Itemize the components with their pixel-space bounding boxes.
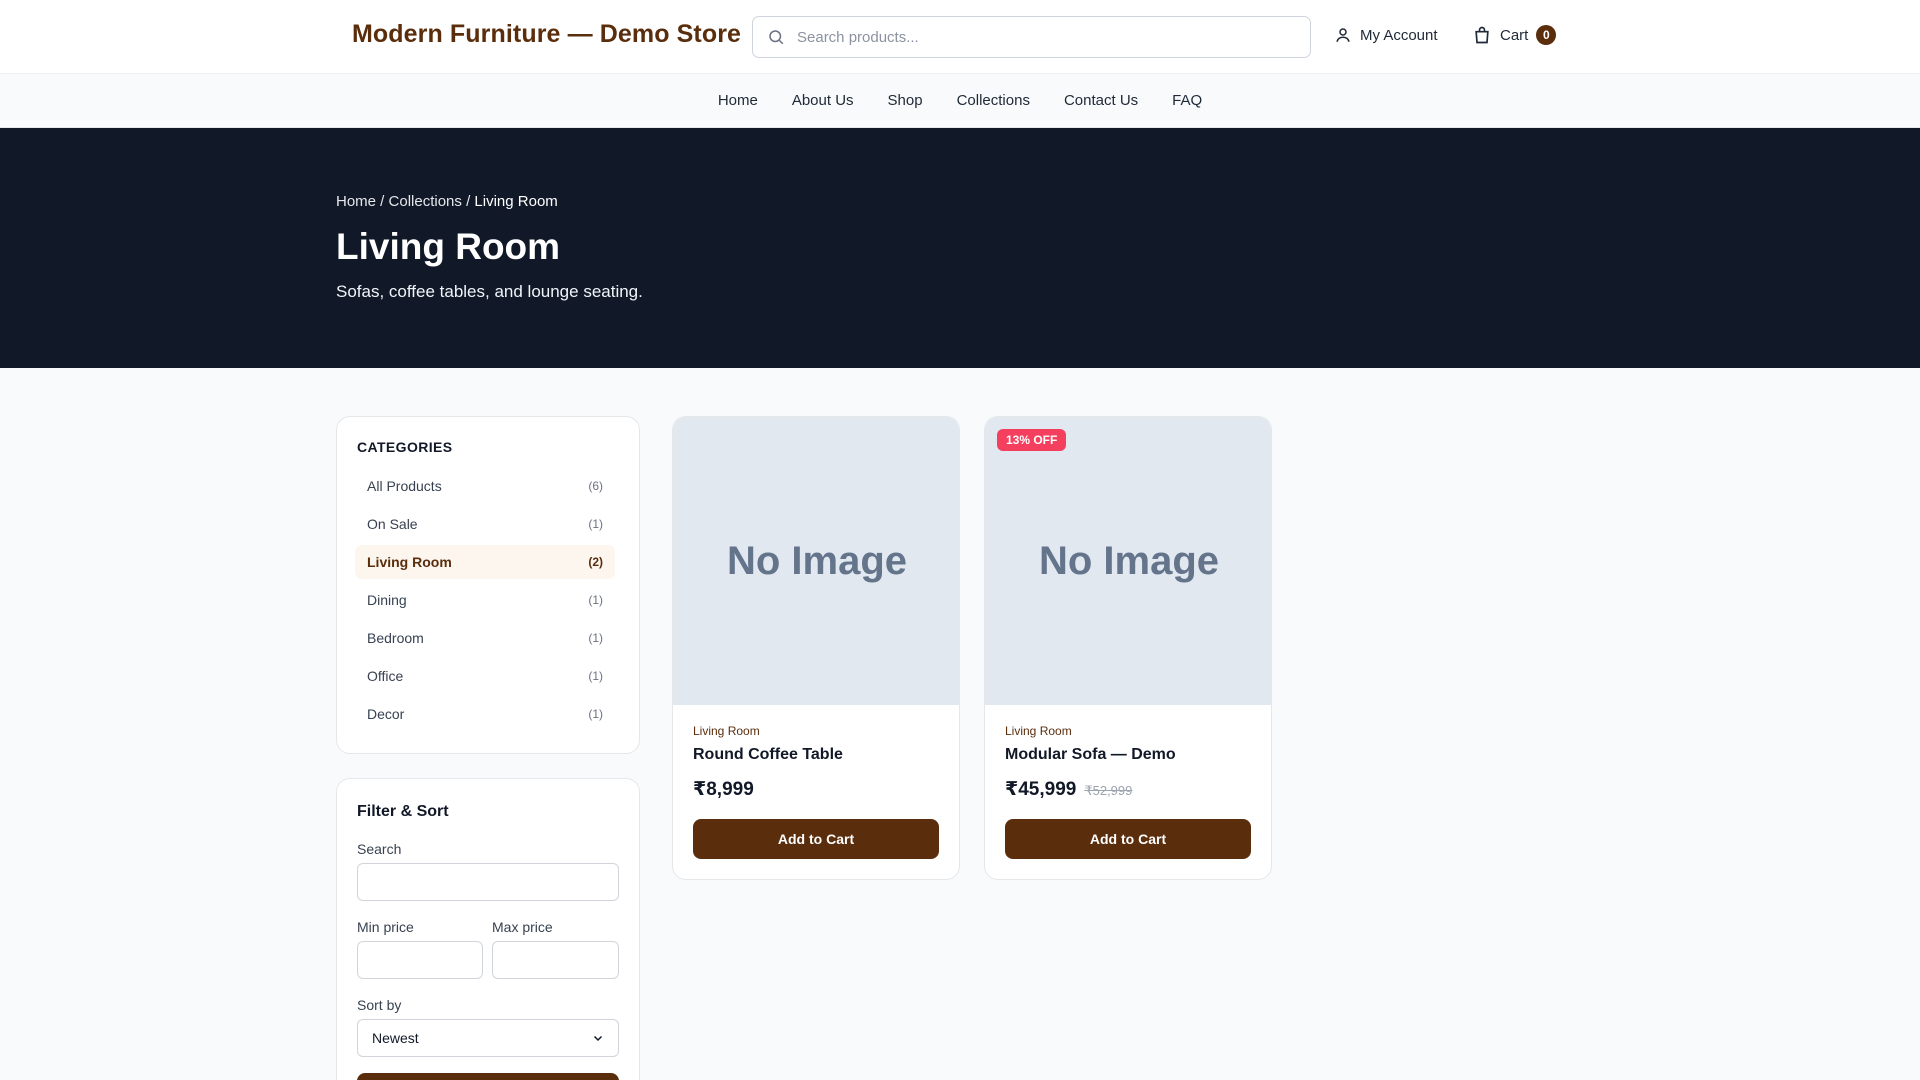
nav-contact-us[interactable]: Contact Us xyxy=(1064,92,1138,109)
product-name[interactable]: Round Coffee Table xyxy=(693,746,843,764)
category-label: All Products xyxy=(367,478,442,494)
user-icon xyxy=(1336,28,1350,42)
nav-faq[interactable]: FAQ xyxy=(1172,92,1202,109)
product-price: ₹8,999 xyxy=(693,778,754,801)
page-title: Living Room xyxy=(336,226,561,267)
breadcrumb-separator: / xyxy=(461,193,475,210)
sort-by-value: Newest xyxy=(372,1030,419,1046)
search-input[interactable] xyxy=(797,17,1297,57)
add-to-cart-button[interactable]: Add to Cart xyxy=(1005,819,1251,859)
filter-sort-heading: Filter & Sort xyxy=(357,803,449,820)
product-original-price: ₹52,999 xyxy=(1084,783,1133,798)
search-filter-label: Search xyxy=(357,841,402,857)
nav-shop[interactable]: Shop xyxy=(888,92,923,109)
collection-hero: Home / Collections / Living Room Living … xyxy=(0,128,1920,368)
product-image-placeholder[interactable]: No Image xyxy=(985,417,1271,705)
category-list: All Products (6) On Sale (1) Living Room (2… xyxy=(355,469,615,735)
search-icon xyxy=(769,30,784,45)
product-current-price: ₹8,999 xyxy=(693,779,754,800)
no-image-text: No Image xyxy=(1038,538,1220,583)
sort-by-label: Sort by xyxy=(357,997,402,1013)
category-count: (1) xyxy=(588,669,603,683)
no-image-text: No Image xyxy=(726,538,908,583)
product-card[interactable]: No Image Living Room Round Coffee Table … xyxy=(672,416,960,880)
cart-link[interactable]: Cart 0 xyxy=(1472,24,1557,46)
product-card[interactable]: No Image 13% OFF Living Room Modular Sof… xyxy=(984,416,1272,880)
product-category: Living Room xyxy=(1005,724,1072,738)
product-image-placeholder[interactable]: No Image xyxy=(673,417,959,705)
nav-collections[interactable]: Collections xyxy=(957,92,1030,109)
add-to-cart-button[interactable]: Add to Cart xyxy=(693,819,939,859)
breadcrumb-separator: / xyxy=(376,193,389,210)
category-count: (1) xyxy=(588,517,603,531)
cart-label: Cart xyxy=(1500,26,1529,44)
category-label: Living Room xyxy=(367,554,452,570)
category-on-sale[interactable]: On Sale (1) xyxy=(355,507,615,541)
nav-about-us[interactable]: About Us xyxy=(792,92,854,109)
product-current-price: ₹45,999 xyxy=(1005,779,1077,800)
store-logo[interactable]: Modern Furniture — Demo Store xyxy=(352,20,741,49)
search-box[interactable] xyxy=(752,16,1311,58)
cart-count-badge: 0 xyxy=(1536,25,1557,45)
max-price-input[interactable] xyxy=(492,941,619,979)
breadcrumb-home[interactable]: Home xyxy=(336,193,376,210)
search-filter-input[interactable] xyxy=(357,863,619,901)
category-count: (1) xyxy=(588,707,603,721)
category-label: On Sale xyxy=(367,516,418,532)
category-count: (1) xyxy=(588,631,603,645)
max-price-label: Max price xyxy=(492,919,553,935)
category-all-products[interactable]: All Products (6) xyxy=(355,469,615,503)
category-label: Office xyxy=(367,668,404,684)
category-label: Decor xyxy=(367,706,405,722)
shopping-bag-icon xyxy=(1475,26,1489,44)
category-count: (6) xyxy=(588,479,603,493)
my-account-link[interactable]: My Account xyxy=(1334,26,1438,44)
category-decor[interactable]: Decor (1) xyxy=(355,697,615,731)
discount-badge: 13% OFF xyxy=(997,429,1067,451)
product-price: ₹45,999 ₹52,999 xyxy=(1005,778,1132,801)
chevron-down-icon xyxy=(593,1035,603,1042)
sort-by-select[interactable]: Newest xyxy=(357,1019,619,1057)
page-subtitle: Sofas, coffee tables, and lounge seating… xyxy=(336,282,643,301)
product-name[interactable]: Modular Sofa — Demo xyxy=(1005,746,1176,764)
category-label: Dining xyxy=(367,592,407,608)
category-dining[interactable]: Dining (1) xyxy=(355,583,615,617)
category-count: (1) xyxy=(588,593,603,607)
apply-filters-button[interactable] xyxy=(357,1073,619,1080)
product-category: Living Room xyxy=(693,724,760,738)
site-header: Modern Furniture — Demo Store My Account… xyxy=(0,0,1920,74)
min-price-input[interactable] xyxy=(357,941,483,979)
categories-panel: CATEGORIES All Products (6) On Sale (1) Li… xyxy=(336,416,640,754)
breadcrumb: Home / Collections / Living Room xyxy=(336,193,558,210)
min-price-label: Min price xyxy=(357,919,414,935)
my-account-label: My Account xyxy=(1360,26,1438,44)
category-count: (2) xyxy=(588,555,603,569)
category-label: Bedroom xyxy=(367,630,424,646)
category-living-room[interactable]: Living Room (2) xyxy=(355,545,615,579)
breadcrumb-collections[interactable]: Collections xyxy=(389,193,462,210)
category-office[interactable]: Office (1) xyxy=(355,659,615,693)
categories-heading: CATEGORIES xyxy=(357,439,453,455)
filter-sort-panel: Filter & Sort Search Min price Max price… xyxy=(336,778,640,1080)
main-nav: Home About Us Shop Collections Contact U… xyxy=(0,74,1920,128)
category-bedroom[interactable]: Bedroom (1) xyxy=(355,621,615,655)
nav-home[interactable]: Home xyxy=(718,92,758,109)
breadcrumb-current: Living Room xyxy=(474,193,558,210)
